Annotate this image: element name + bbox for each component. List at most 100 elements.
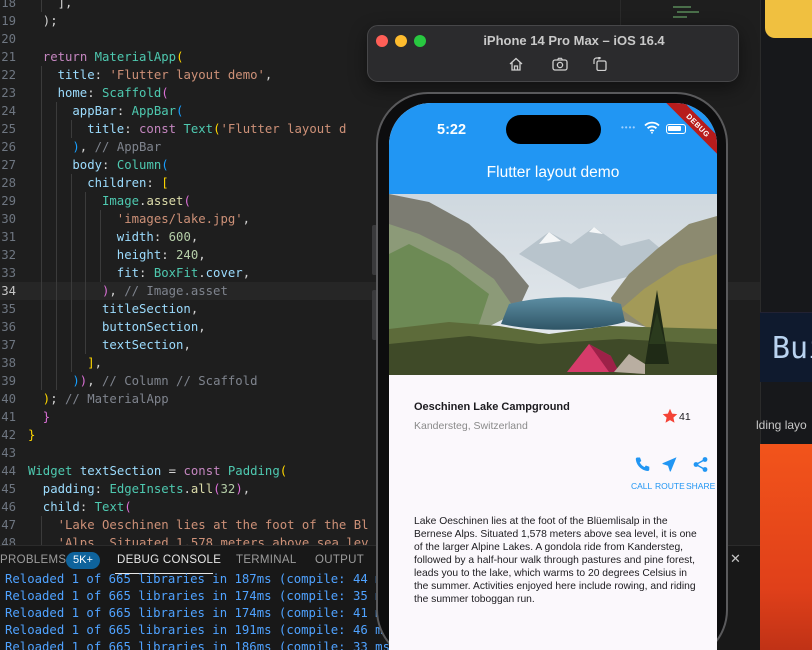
indent-guide: [70, 210, 72, 228]
line-number: 21: [1, 50, 16, 64]
share-icon[interactable]: [692, 456, 709, 473]
orange-banner: [760, 444, 812, 650]
tab-output[interactable]: OUTPUT: [315, 554, 364, 566]
phone-screen[interactable]: 5:22 •••• DEBUG Flutter layout demo Oesc…: [389, 103, 717, 650]
indent-guide: [70, 120, 72, 138]
screenshot-icon[interactable]: [552, 57, 568, 71]
line-number: 42: [1, 428, 16, 442]
indent-guide: [100, 228, 102, 246]
code-text: body: Column(: [72, 158, 169, 172]
tab-problems[interactable]: PROBLEMS: [0, 554, 66, 566]
indent-guide: [70, 228, 72, 246]
indent-guide: [41, 282, 42, 300]
indent-guide: [70, 264, 72, 282]
home-icon[interactable]: [508, 57, 524, 71]
close-icon[interactable]: ✕: [730, 552, 741, 567]
indent-guide: [41, 264, 42, 282]
tab-debug-console[interactable]: DEBUG CONSOLE: [117, 554, 221, 566]
line-number: 38: [1, 356, 16, 370]
build-banner: Buil: [760, 312, 812, 382]
indent-guide: [55, 282, 57, 300]
line-number: 46: [1, 500, 16, 514]
indent-guide: [41, 246, 42, 264]
indent-guide: [70, 300, 72, 318]
indent-guide: [41, 102, 42, 120]
simulator-titlebar[interactable]: iPhone 14 Pro Max – iOS 16.4: [367, 25, 739, 82]
line-number: 25: [1, 122, 16, 136]
indent-guide: [70, 246, 72, 264]
indent-guide: [41, 372, 42, 390]
star-icon[interactable]: [662, 408, 678, 424]
code-text: }: [42, 410, 51, 424]
line-number: 47: [1, 518, 16, 532]
problems-badge: 5K+: [66, 552, 100, 569]
indent-guide: [85, 282, 87, 300]
code-text: appBar: AppBar(: [72, 104, 184, 118]
code-text: ), // Image.asset: [102, 284, 228, 298]
indent-guide: [55, 264, 57, 282]
build-banner-text: Buil: [772, 331, 812, 366]
line-number: 23: [1, 86, 16, 100]
line-number: 18: [1, 0, 16, 10]
indent-guide: [55, 300, 57, 318]
line-number: 19: [1, 14, 16, 28]
indent-guide: [70, 282, 72, 300]
battery-icon: [666, 124, 686, 134]
indent-guide: [100, 246, 102, 264]
phone-icon[interactable]: [634, 456, 651, 473]
campground-name: Oeschinen Lake Campground: [414, 401, 570, 413]
line-number: 41: [1, 410, 16, 424]
line-number: 32: [1, 248, 16, 262]
line-number: 33: [1, 266, 16, 280]
indent-guide: [100, 210, 102, 228]
indent-guide: [41, 120, 42, 138]
app-bar: 5:22 •••• DEBUG Flutter layout demo: [389, 103, 717, 194]
indent-guide: [55, 210, 57, 228]
code-text: }: [28, 428, 36, 442]
app-tile: [765, 0, 812, 38]
line-number: 22: [1, 68, 16, 82]
indent-guide: [41, 228, 42, 246]
indent-guide: [41, 156, 42, 174]
background-caption: lding layo: [756, 418, 807, 432]
app-bar-title: Flutter layout demo: [486, 164, 620, 181]
line-number: 36: [1, 320, 16, 334]
indent-guide: [41, 318, 42, 336]
code-text: 'images/lake.jpg',: [116, 212, 251, 226]
indent-guide: [55, 156, 57, 174]
code-text: return MaterialApp(: [42, 50, 184, 64]
line-number: 35: [1, 302, 16, 316]
navigation-icon[interactable]: [661, 456, 678, 473]
code-text: title: const Text('Flutter layout d: [87, 122, 347, 136]
indent-guide: [85, 318, 87, 336]
dynamic-island: [506, 115, 601, 144]
indent-guide: [41, 66, 42, 84]
lake-image: [389, 194, 717, 375]
call-label[interactable]: CALL: [631, 481, 652, 491]
indent-guide: [85, 246, 87, 264]
share-label[interactable]: SHARE: [686, 481, 715, 491]
indent-guide: [70, 174, 72, 192]
indent-guide: [85, 228, 87, 246]
console-log-line: Reloaded 1 of 665 libraries in 191ms (co…: [5, 623, 390, 637]
code-text: )), // Column // Scaffold: [72, 374, 258, 388]
code-text: textSection,: [102, 338, 191, 352]
tab-terminal[interactable]: TERMINAL: [236, 554, 297, 566]
indent-guide: [55, 228, 57, 246]
indent-guide: [70, 336, 72, 354]
code-text: ); // MaterialApp: [42, 392, 169, 406]
indent-guide: [41, 210, 42, 228]
rotate-icon[interactable]: [592, 57, 608, 71]
code-text: height: 240,: [116, 248, 206, 262]
code-text: home: Scaffold(: [57, 86, 169, 100]
indent-guide: [70, 318, 72, 336]
indent-guide: [70, 192, 72, 210]
line-number: 44: [1, 464, 16, 478]
route-label[interactable]: ROUTE: [655, 481, 685, 491]
line-number: 30: [1, 212, 16, 226]
indent-guide: [55, 354, 57, 372]
indent-guide: [41, 516, 42, 534]
line-number: 27: [1, 158, 16, 172]
indent-guide: [55, 246, 57, 264]
code-text: );: [42, 14, 58, 28]
